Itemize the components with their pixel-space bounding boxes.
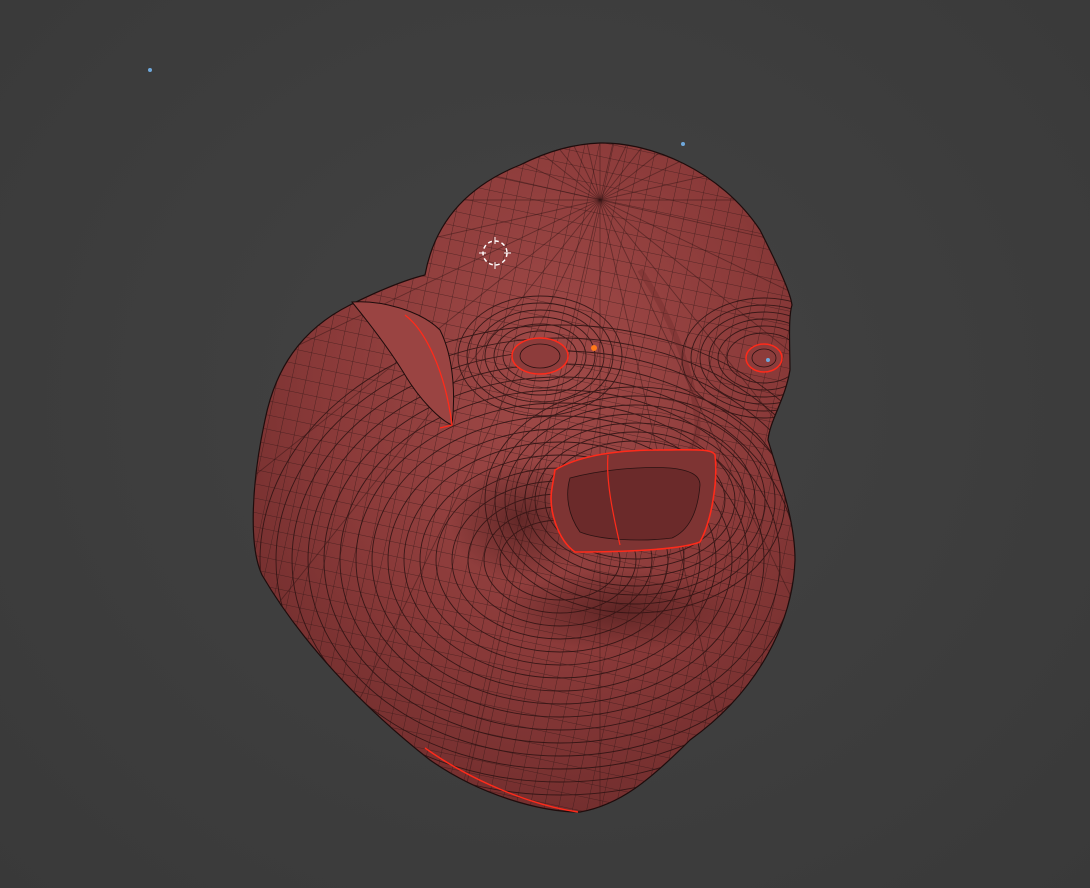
neck-shadow — [500, 570, 740, 650]
light-icon[interactable] — [148, 68, 152, 72]
object-origin-icon[interactable] — [591, 345, 597, 351]
light-icon[interactable] — [681, 142, 685, 146]
right-eye[interactable] — [745, 343, 783, 373]
mouth-inner — [567, 467, 701, 541]
3d-viewport[interactable] — [0, 0, 1090, 888]
monkey-mesh[interactable] — [0, 0, 1090, 888]
scene-canvas[interactable] — [0, 0, 1090, 888]
light-icon[interactable] — [766, 358, 770, 362]
